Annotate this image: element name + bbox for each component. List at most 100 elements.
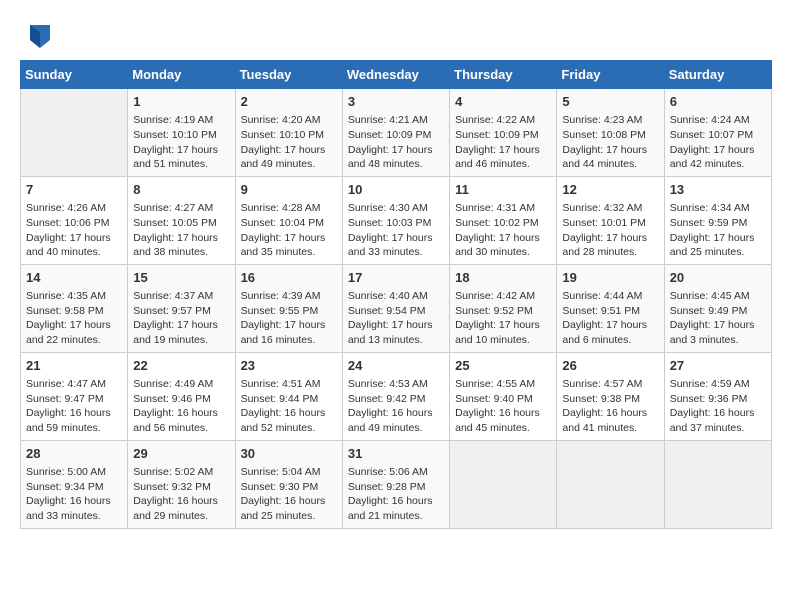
day-number: 21 bbox=[26, 357, 122, 375]
calendar-cell: 19 Sunrise: 4:44 AMSunset: 9:51 PMDayligh… bbox=[557, 264, 664, 352]
calendar-cell: 17 Sunrise: 4:40 AMSunset: 9:54 PMDayligh… bbox=[342, 264, 449, 352]
day-number: 2 bbox=[241, 93, 337, 111]
day-info: Sunrise: 4:28 AMSunset: 10:04 PMDaylight… bbox=[241, 201, 337, 260]
day-number: 20 bbox=[670, 269, 766, 287]
calendar-body: 1Sunrise: 4:19 AMSunset: 10:10 PMDayligh… bbox=[21, 89, 772, 529]
calendar-cell: 20Sunrise: 4:45 AMSunset: 9:49 PMDayligh… bbox=[664, 264, 771, 352]
calendar-cell bbox=[664, 440, 771, 528]
calendar-cell: 18Sunrise: 4:42 AMSunset: 9:52 PMDayligh… bbox=[450, 264, 557, 352]
header-day-friday: Friday bbox=[557, 61, 664, 89]
header-day-monday: Monday bbox=[128, 61, 235, 89]
calendar-cell: 31 Sunrise: 5:06 AMSunset: 9:28 PMDayligh… bbox=[342, 440, 449, 528]
day-info: Sunrise: 4:51 AMSunset: 9:44 PMDaylight:… bbox=[241, 377, 337, 436]
day-info: Sunrise: 4:34 AMSunset: 9:59 PMDaylight:… bbox=[670, 201, 766, 260]
calendar-cell bbox=[557, 440, 664, 528]
day-number: 1 bbox=[133, 93, 229, 111]
calendar-cell: 9Sunrise: 4:28 AMSunset: 10:04 PMDayligh… bbox=[235, 176, 342, 264]
calendar-cell: 24 Sunrise: 4:53 AMSunset: 9:42 PMDayligh… bbox=[342, 352, 449, 440]
calendar-cell: 25 Sunrise: 4:55 AMSunset: 9:40 PMDayligh… bbox=[450, 352, 557, 440]
day-info: Sunrise: 5:02 AMSunset: 9:32 PMDaylight:… bbox=[133, 465, 229, 524]
calendar-cell: 10Sunrise: 4:30 AMSunset: 10:03 PMDaylig… bbox=[342, 176, 449, 264]
day-info: Sunrise: 4:59 AMSunset: 9:36 PMDaylight:… bbox=[670, 377, 766, 436]
day-number: 12 bbox=[562, 181, 658, 199]
day-number: 24 bbox=[348, 357, 444, 375]
calendar-cell: 4Sunrise: 4:22 AMSunset: 10:09 PMDayligh… bbox=[450, 89, 557, 177]
calendar-cell: 21 Sunrise: 4:47 AMSunset: 9:47 PMDayligh… bbox=[21, 352, 128, 440]
calendar-cell: 6 Sunrise: 4:24 AMSunset: 10:07 PMDayligh… bbox=[664, 89, 771, 177]
calendar-cell: 30Sunrise: 5:04 AMSunset: 9:30 PMDayligh… bbox=[235, 440, 342, 528]
calendar-cell: 3 Sunrise: 4:21 AMSunset: 10:09 PMDayligh… bbox=[342, 89, 449, 177]
day-number: 8 bbox=[133, 181, 229, 199]
day-info: Sunrise: 4:31 AMSunset: 10:02 PMDaylight… bbox=[455, 201, 551, 260]
logo bbox=[20, 20, 52, 50]
day-number: 30 bbox=[241, 445, 337, 463]
day-info: Sunrise: 4:39 AMSunset: 9:55 PMDaylight:… bbox=[241, 289, 337, 348]
day-number: 25 bbox=[455, 357, 551, 375]
day-info: Sunrise: 4:26 AMSunset: 10:06 PMDaylight… bbox=[26, 201, 122, 260]
header-row: SundayMondayTuesdayWednesdayThursdayFrid… bbox=[21, 61, 772, 89]
day-info: Sunrise: 4:57 AMSunset: 9:38 PMDaylight:… bbox=[562, 377, 658, 436]
day-number: 19 bbox=[562, 269, 658, 287]
day-info: Sunrise: 4:32 AMSunset: 10:01 PMDaylight… bbox=[562, 201, 658, 260]
day-number: 5 bbox=[562, 93, 658, 111]
day-info: Sunrise: 4:49 AMSunset: 9:46 PMDaylight:… bbox=[133, 377, 229, 436]
day-info: Sunrise: 4:47 AMSunset: 9:47 PMDaylight:… bbox=[26, 377, 122, 436]
day-info: Sunrise: 4:53 AMSunset: 9:42 PMDaylight:… bbox=[348, 377, 444, 436]
calendar-cell: 1Sunrise: 4:19 AMSunset: 10:10 PMDayligh… bbox=[128, 89, 235, 177]
day-number: 31 bbox=[348, 445, 444, 463]
day-info: Sunrise: 4:20 AMSunset: 10:10 PMDaylight… bbox=[241, 113, 337, 172]
calendar-cell: 28 Sunrise: 5:00 AMSunset: 9:34 PMDayligh… bbox=[21, 440, 128, 528]
calendar-cell: 7Sunrise: 4:26 AMSunset: 10:06 PMDayligh… bbox=[21, 176, 128, 264]
day-info: Sunrise: 4:21 AMSunset: 10:09 PMDaylight… bbox=[348, 113, 444, 172]
header-day-sunday: Sunday bbox=[21, 61, 128, 89]
day-number: 13 bbox=[670, 181, 766, 199]
calendar-cell: 27 Sunrise: 4:59 AMSunset: 9:36 PMDayligh… bbox=[664, 352, 771, 440]
day-number: 17 bbox=[348, 269, 444, 287]
week-row-1: 1Sunrise: 4:19 AMSunset: 10:10 PMDayligh… bbox=[21, 89, 772, 177]
day-number: 16 bbox=[241, 269, 337, 287]
day-info: Sunrise: 4:30 AMSunset: 10:03 PMDaylight… bbox=[348, 201, 444, 260]
week-row-4: 21 Sunrise: 4:47 AMSunset: 9:47 PMDayligh… bbox=[21, 352, 772, 440]
day-info: Sunrise: 4:35 AMSunset: 9:58 PMDaylight:… bbox=[26, 289, 122, 348]
calendar-cell: 14 Sunrise: 4:35 AMSunset: 9:58 PMDayligh… bbox=[21, 264, 128, 352]
calendar-header: SundayMondayTuesdayWednesdayThursdayFrid… bbox=[21, 61, 772, 89]
calendar-cell: 11 Sunrise: 4:31 AMSunset: 10:02 PMDaylig… bbox=[450, 176, 557, 264]
calendar-cell: 5 Sunrise: 4:23 AMSunset: 10:08 PMDayligh… bbox=[557, 89, 664, 177]
day-number: 14 bbox=[26, 269, 122, 287]
day-info: Sunrise: 5:00 AMSunset: 9:34 PMDaylight:… bbox=[26, 465, 122, 524]
day-info: Sunrise: 4:40 AMSunset: 9:54 PMDaylight:… bbox=[348, 289, 444, 348]
day-number: 11 bbox=[455, 181, 551, 199]
calendar-cell: 23 Sunrise: 4:51 AMSunset: 9:44 PMDayligh… bbox=[235, 352, 342, 440]
day-number: 6 bbox=[670, 93, 766, 111]
calendar-cell: 15 Sunrise: 4:37 AMSunset: 9:57 PMDayligh… bbox=[128, 264, 235, 352]
logo-icon bbox=[22, 20, 52, 50]
day-number: 28 bbox=[26, 445, 122, 463]
day-number: 22 bbox=[133, 357, 229, 375]
calendar-cell: 26 Sunrise: 4:57 AMSunset: 9:38 PMDayligh… bbox=[557, 352, 664, 440]
day-number: 27 bbox=[670, 357, 766, 375]
day-info: Sunrise: 4:24 AMSunset: 10:07 PMDaylight… bbox=[670, 113, 766, 172]
calendar-table: SundayMondayTuesdayWednesdayThursdayFrid… bbox=[20, 60, 772, 529]
header-day-saturday: Saturday bbox=[664, 61, 771, 89]
header-day-tuesday: Tuesday bbox=[235, 61, 342, 89]
day-number: 29 bbox=[133, 445, 229, 463]
day-info: Sunrise: 4:44 AMSunset: 9:51 PMDaylight:… bbox=[562, 289, 658, 348]
calendar-cell: 13 Sunrise: 4:34 AMSunset: 9:59 PMDayligh… bbox=[664, 176, 771, 264]
day-number: 23 bbox=[241, 357, 337, 375]
calendar-cell bbox=[450, 440, 557, 528]
week-row-3: 14 Sunrise: 4:35 AMSunset: 9:58 PMDayligh… bbox=[21, 264, 772, 352]
day-number: 3 bbox=[348, 93, 444, 111]
week-row-2: 7Sunrise: 4:26 AMSunset: 10:06 PMDayligh… bbox=[21, 176, 772, 264]
day-info: Sunrise: 5:06 AMSunset: 9:28 PMDaylight:… bbox=[348, 465, 444, 524]
day-info: Sunrise: 4:37 AMSunset: 9:57 PMDaylight:… bbox=[133, 289, 229, 348]
calendar-cell: 22 Sunrise: 4:49 AMSunset: 9:46 PMDayligh… bbox=[128, 352, 235, 440]
day-number: 4 bbox=[455, 93, 551, 111]
day-number: 26 bbox=[562, 357, 658, 375]
day-number: 15 bbox=[133, 269, 229, 287]
calendar-cell: 8Sunrise: 4:27 AMSunset: 10:05 PMDayligh… bbox=[128, 176, 235, 264]
day-info: Sunrise: 4:23 AMSunset: 10:08 PMDaylight… bbox=[562, 113, 658, 172]
page-header bbox=[20, 20, 772, 50]
day-info: Sunrise: 4:55 AMSunset: 9:40 PMDaylight:… bbox=[455, 377, 551, 436]
header-day-wednesday: Wednesday bbox=[342, 61, 449, 89]
day-info: Sunrise: 4:42 AMSunset: 9:52 PMDaylight:… bbox=[455, 289, 551, 348]
